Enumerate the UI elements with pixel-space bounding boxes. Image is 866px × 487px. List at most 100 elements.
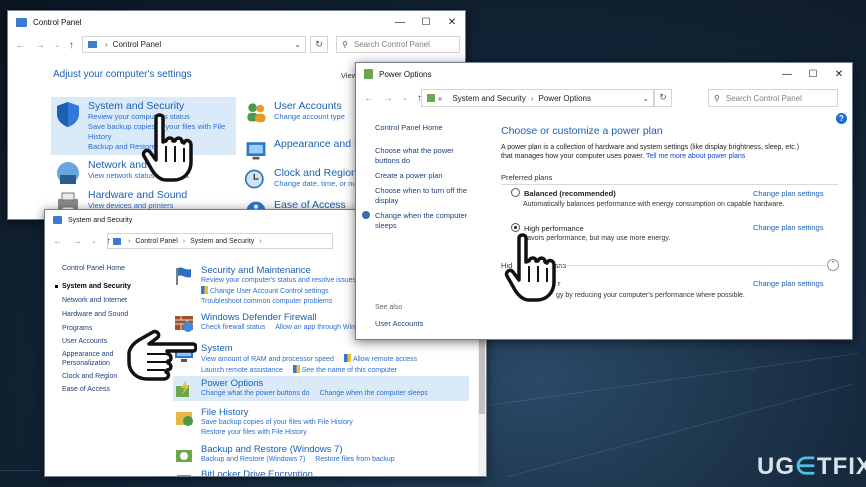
item-link[interactable]: Review your computer's status and resolv… (201, 276, 356, 286)
item-security-maintenance[interactable]: Security and Maintenance Review your com… (173, 265, 356, 307)
minimize-button[interactable]: — (387, 11, 413, 33)
item-title[interactable]: Power Options (201, 378, 438, 389)
sidebar-item-hardware[interactable]: Hardware and Sound (62, 311, 128, 318)
item-link[interactable]: Restore your files with File History (201, 428, 353, 438)
close-button[interactable]: ✕ (826, 63, 852, 85)
item-title[interactable]: Backup and Restore (Windows 7) (201, 444, 405, 455)
item-file-history[interactable]: File History Save backup copies of your … (173, 407, 353, 438)
sidebar-link[interactable]: display (375, 196, 398, 205)
forward-icon[interactable]: → (383, 93, 393, 104)
item-title[interactable]: BitLocker Drive Encryption (201, 469, 313, 476)
breadcrumb-item[interactable]: Control Panel (135, 238, 177, 245)
address-dropdown-icon[interactable]: ⌄ (642, 94, 649, 103)
category-link[interactable]: Change account type (274, 112, 345, 122)
help-icon[interactable]: ? (836, 113, 847, 124)
item-bitlocker[interactable]: BitLocker Drive Encryption (173, 469, 313, 476)
item-link[interactable]: Change when the computer sleeps (320, 390, 428, 397)
description: A power plan is a collection of hardware… (501, 144, 800, 151)
breadcrumb-item[interactable]: System and Security (190, 238, 254, 245)
see-also-link[interactable]: User Accounts (375, 319, 423, 328)
sidebar-item-user-accounts[interactable]: User Accounts (62, 338, 107, 345)
back-icon[interactable]: ← (53, 236, 63, 247)
sidebar-item-appearance[interactable]: Appearance and (62, 351, 113, 358)
item-link[interactable]: View amount of RAM and processor speed (201, 356, 334, 363)
item-link[interactable]: See the name of this computer (292, 365, 407, 374)
power-options-window: Power Options — ☐ ✕ ← → ⌄ ↑ « System and… (355, 62, 853, 340)
item-link[interactable]: Change what the power buttons do (201, 390, 310, 397)
sidebar-link[interactable]: buttons do (375, 156, 410, 165)
dropdown-icon[interactable]: ⌄ (402, 94, 408, 102)
up-icon[interactable]: ↑ (69, 40, 74, 51)
plan-balanced[interactable]: Balanced (recommended) (511, 188, 616, 198)
refresh-button[interactable]: ↻ (654, 89, 672, 107)
item-title[interactable]: File History (201, 407, 353, 418)
item-title[interactable]: System (201, 343, 437, 354)
refresh-button[interactable]: ↻ (310, 36, 328, 53)
address-bar[interactable]: › Control Panel › System and Security › (107, 233, 333, 249)
item-link[interactable]: Launch remote assistance (201, 367, 283, 374)
search-input[interactable]: ⚲ Search Control Panel (336, 36, 460, 53)
watermark-e-icon: ∈ (795, 453, 817, 480)
maximize-button[interactable]: ☐ (413, 11, 439, 33)
change-plan-settings-link[interactable]: Change plan settings (753, 279, 823, 288)
category-title[interactable]: Hardware and Sound (88, 189, 187, 201)
sidebar-item-system-security[interactable]: System and Security (62, 283, 131, 290)
uac-shield-icon (343, 354, 351, 362)
sidebar-bullet-icon (55, 285, 58, 288)
item-system[interactable]: System View amount of RAM and processor … (173, 343, 437, 376)
address-bar[interactable]: « System and Security › Power Options ⌄ (421, 89, 654, 107)
dropdown-icon[interactable]: ⌄ (54, 41, 60, 49)
sidebar-link[interactable]: Choose when to turn off the (375, 186, 467, 195)
item-link[interactable]: Change User Account Control settings (201, 286, 356, 297)
item-link[interactable]: Troubleshoot common computer problems (201, 297, 356, 307)
breadcrumb-overflow[interactable]: « (438, 94, 442, 103)
back-icon[interactable]: ← (364, 93, 374, 104)
sidebar-link[interactable]: Choose what the power (375, 146, 454, 155)
breadcrumb-item[interactable]: Power Options (539, 94, 591, 103)
change-plan-settings-link[interactable]: Change plan settings (753, 189, 823, 198)
uac-shield-icon (292, 365, 300, 373)
category-title[interactable]: System and Security (88, 100, 225, 112)
search-input[interactable]: ⚲ Search Control Panel (708, 89, 838, 107)
sidebar-item-programs[interactable]: Programs (62, 325, 92, 332)
breadcrumb[interactable]: Control Panel (113, 40, 161, 49)
sidebar-item-network[interactable]: Network and Internet (62, 297, 127, 304)
item-link[interactable]: Backup and Restore (Windows 7) (201, 456, 305, 463)
back-icon[interactable]: ← (16, 40, 26, 51)
item-link[interactable]: Allow remote access (343, 354, 427, 363)
category-user-accounts[interactable]: User Accounts Change account type (244, 100, 345, 124)
learn-more-link[interactable]: Tell me more about power plans (646, 153, 745, 160)
close-button[interactable]: ✕ (439, 11, 465, 33)
item-link[interactable]: Save backup copies of your files with Fi… (201, 418, 353, 428)
sidebar-link[interactable]: Change when the computer (375, 211, 467, 220)
sidebar-link[interactable]: Create a power plan (375, 171, 443, 180)
plan-radio[interactable] (511, 188, 520, 197)
change-plan-settings-link[interactable]: Change plan settings (753, 223, 823, 232)
forward-icon[interactable]: → (35, 40, 45, 51)
item-power-options[interactable]: Power Options Change what the power butt… (173, 376, 469, 401)
address-dropdown-icon[interactable]: ⌄ (294, 40, 301, 49)
plan-description: Automatically balances performance with … (523, 201, 785, 208)
item-title[interactable]: Security and Maintenance (201, 265, 356, 276)
forward-icon[interactable]: → (72, 236, 82, 247)
sidebar-link[interactable]: sleeps (375, 221, 397, 230)
category-title[interactable]: User Accounts (274, 100, 345, 112)
collapse-chevron-icon[interactable]: ⌃ (827, 259, 839, 271)
minimize-button[interactable]: — (774, 63, 800, 85)
plan-radio-selected[interactable] (511, 223, 520, 232)
maximize-button[interactable]: ☐ (800, 63, 826, 85)
folder-icon (88, 41, 97, 48)
sidebar-item-clock[interactable]: Clock and Region (62, 373, 117, 380)
breadcrumb-chevron-icon: › (105, 40, 108, 49)
description-line-2: that manages how your computer uses powe… (501, 153, 746, 160)
item-link[interactable]: Check firewall status (201, 324, 265, 331)
item-backup-restore[interactable]: Backup and Restore (Windows 7) Backup an… (173, 444, 405, 466)
address-bar[interactable]: › Control Panel ⌄ (82, 36, 306, 53)
sidebar-home[interactable]: Control Panel Home (375, 123, 443, 132)
breadcrumb-item[interactable]: System and Security (452, 94, 525, 103)
dropdown-icon[interactable]: ⌄ (91, 237, 97, 245)
sidebar-item-home[interactable]: Control Panel Home (62, 265, 125, 272)
sidebar-item-ease[interactable]: Ease of Access (62, 386, 110, 393)
sidebar-item-appearance-2[interactable]: Personalization (62, 360, 110, 367)
item-link[interactable]: Restore files from backup (315, 456, 394, 463)
